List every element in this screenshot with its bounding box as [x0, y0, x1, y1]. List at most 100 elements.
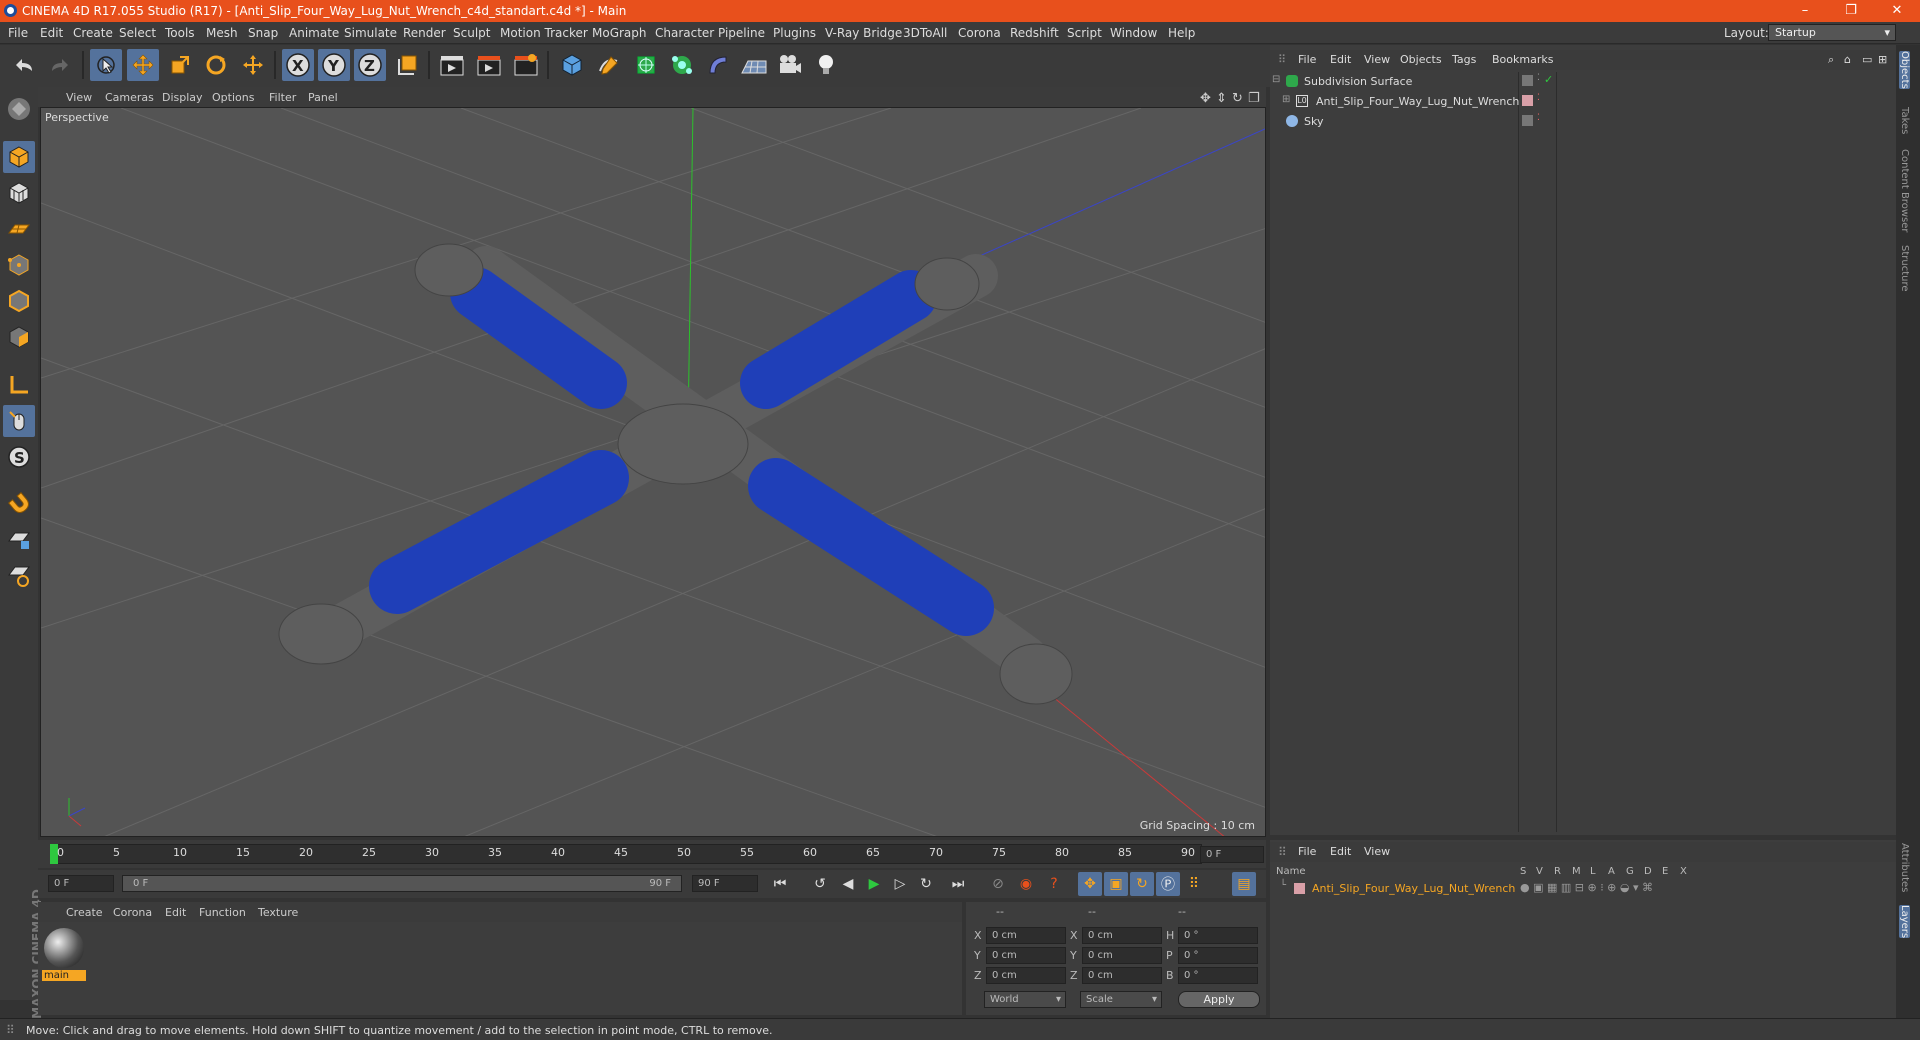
key-pla-button[interactable]: ⠿ — [1182, 872, 1206, 896]
viewport-menu-options[interactable]: Options — [212, 91, 254, 104]
key-rotation-button[interactable]: ↻ — [1130, 872, 1154, 896]
menu-3dtoall[interactable]: 3DToAll — [903, 26, 947, 40]
y-axis-lock-button[interactable]: Y — [318, 49, 350, 81]
layers-menu-file[interactable]: File — [1298, 845, 1316, 858]
layer-toggle-icons[interactable]: ● ▣ ▦ ▥ ⊟ ⊕ ⁝ ⊕ ◒ ▾ ⌘ — [1520, 881, 1653, 894]
autokey-button[interactable]: ◉ — [1014, 872, 1038, 896]
objects-menu-view[interactable]: View — [1364, 53, 1390, 66]
layer-color-chip[interactable] — [1522, 75, 1533, 86]
object-row-subdivision[interactable]: ⊟ Subdivision Surface ⁚ ✓ — [1270, 72, 1896, 92]
key-position-button[interactable]: ✥ — [1078, 872, 1102, 896]
material-menu-corona[interactable]: Corona — [113, 906, 152, 919]
visibility-dots-icon[interactable]: ⁚ — [1537, 93, 1540, 103]
expand-icon[interactable]: ⊞ — [1282, 94, 1290, 105]
viewport-maximize-icon[interactable]: ❐ — [1248, 91, 1260, 106]
menu-snap[interactable]: Snap — [248, 26, 278, 40]
restore-icon[interactable]: ❐ — [1836, 2, 1866, 20]
cube-button[interactable] — [556, 49, 588, 81]
menu-tools[interactable]: Tools — [165, 26, 195, 40]
scale-tool-button[interactable] — [164, 49, 196, 81]
key-parameter-button[interactable]: Ⓟ — [1156, 872, 1180, 896]
maximize-panel-icon[interactable]: ⊞ — [1878, 53, 1887, 66]
material-menu-edit[interactable]: Edit — [165, 906, 186, 919]
tab-content-browser[interactable]: Content Browser — [1899, 149, 1910, 232]
undo-button[interactable] — [8, 49, 40, 81]
close-icon[interactable]: ✕ — [1882, 2, 1912, 20]
pos-y-field[interactable]: 0 cm — [986, 947, 1066, 964]
viewport-rotate-icon[interactable]: ↻ — [1232, 91, 1243, 106]
material-menu-create[interactable]: Create — [66, 906, 103, 919]
menu-vray-bridge[interactable]: V-Ray Bridge — [825, 26, 902, 40]
objects-menu-bookmarks[interactable]: Bookmarks — [1492, 53, 1553, 66]
viewport-menu-panel[interactable]: Panel — [308, 91, 338, 104]
size-z-field[interactable]: 0 cm — [1082, 967, 1162, 984]
menu-file[interactable]: File — [8, 26, 28, 40]
pos-x-field[interactable]: 0 cm — [986, 927, 1066, 944]
enabled-check-icon[interactable]: ✓ — [1544, 73, 1553, 86]
viewport-menu-cameras[interactable]: Cameras — [105, 91, 154, 104]
menu-redshift[interactable]: Redshift — [1010, 26, 1059, 40]
menu-pipeline[interactable]: Pipeline — [718, 26, 765, 40]
polygons-mode-button[interactable] — [3, 321, 35, 353]
object-row-sky[interactable]: Sky ⁚ — [1270, 112, 1896, 132]
menu-corona[interactable]: Corona — [958, 26, 1001, 40]
material-menu-texture[interactable]: Texture — [258, 906, 298, 919]
menu-select[interactable]: Select — [119, 26, 156, 40]
record-keys-button[interactable]: ⊘ — [986, 872, 1010, 896]
workplane-mode-button[interactable] — [3, 213, 35, 245]
home-icon[interactable]: ⌂ — [1844, 53, 1851, 66]
pen-spline-button[interactable] — [593, 49, 625, 81]
menu-help[interactable]: Help — [1168, 26, 1195, 40]
play-button[interactable]: ▶ — [862, 872, 886, 896]
axis-mode-button[interactable] — [3, 369, 35, 401]
apply-button[interactable]: Apply — [1178, 991, 1260, 1008]
layer-color-chip[interactable] — [1294, 883, 1305, 894]
menu-create[interactable]: Create — [73, 26, 113, 40]
redo-button[interactable] — [44, 49, 76, 81]
menu-motion-tracker[interactable]: Motion Tracker — [500, 26, 588, 40]
model-mode-button[interactable] — [3, 141, 35, 173]
new-window-icon[interactable]: ▭ — [1862, 53, 1872, 66]
size-mode-dropdown[interactable]: Scale ▾ — [1080, 991, 1162, 1008]
subdivision-surface-button[interactable] — [630, 49, 662, 81]
floor-button[interactable] — [738, 49, 770, 81]
menu-character[interactable]: Character — [655, 26, 714, 40]
cloner-button[interactable] — [666, 49, 698, 81]
tab-layers[interactable]: Layers — [1899, 905, 1910, 939]
render-settings-button[interactable] — [510, 49, 542, 81]
tab-structure[interactable]: Structure — [1899, 245, 1910, 292]
go-to-end-button[interactable]: ⏭ — [946, 872, 970, 896]
coordinate-system-dropdown[interactable]: World ▾ — [984, 991, 1066, 1008]
make-editable-button[interactable] — [3, 93, 35, 125]
material-menu-function[interactable]: Function — [199, 906, 246, 919]
objects-menu-tags[interactable]: Tags — [1452, 53, 1476, 66]
objects-menu-edit[interactable]: Edit — [1330, 53, 1351, 66]
edges-mode-button[interactable] — [3, 285, 35, 317]
menu-window[interactable]: Window — [1110, 26, 1157, 40]
previous-key-button[interactable]: ↺ — [808, 872, 832, 896]
objects-menu-file[interactable]: File — [1298, 53, 1316, 66]
key-scale-button[interactable]: ▣ — [1104, 872, 1128, 896]
layer-row[interactable]: └ Anti_Slip_Four_Way_Lug_Nut_Wrench ● ▣ … — [1270, 880, 1896, 898]
menu-animate[interactable]: Animate — [289, 26, 339, 40]
visibility-dots-icon[interactable]: ⁚ — [1537, 113, 1540, 123]
pos-z-field[interactable]: 0 cm — [986, 967, 1066, 984]
menu-mograph[interactable]: MoGraph — [592, 26, 647, 40]
rot-b-field[interactable]: 0 ° — [1178, 967, 1258, 984]
z-axis-lock-button[interactable]: Z — [354, 49, 386, 81]
live-selection-button[interactable] — [90, 49, 122, 81]
tab-takes[interactable]: Takes — [1899, 107, 1910, 134]
next-frame-button[interactable]: ▷ — [888, 872, 912, 896]
coordinate-system-button[interactable] — [391, 49, 423, 81]
menu-render[interactable]: Render — [403, 26, 446, 40]
timeline-button[interactable]: ▤ — [1232, 872, 1256, 896]
go-to-start-button[interactable]: ⏮ — [768, 872, 792, 896]
start-frame-field[interactable]: 0 F — [48, 875, 114, 892]
tweak-mode-button[interactable] — [3, 405, 35, 437]
rotate-tool-button[interactable] — [200, 49, 232, 81]
keyframe-selection-button[interactable]: ? — [1042, 872, 1066, 896]
object-row-wrench[interactable]: ⊞ L0 Anti_Slip_Four_Way_Lug_Nut_Wrench ⁚ — [1270, 92, 1896, 112]
menu-edit[interactable]: Edit — [40, 26, 63, 40]
frame-range-slider[interactable]: 0 F 90 F — [122, 875, 682, 892]
objects-menu-objects[interactable]: Objects — [1400, 53, 1442, 66]
